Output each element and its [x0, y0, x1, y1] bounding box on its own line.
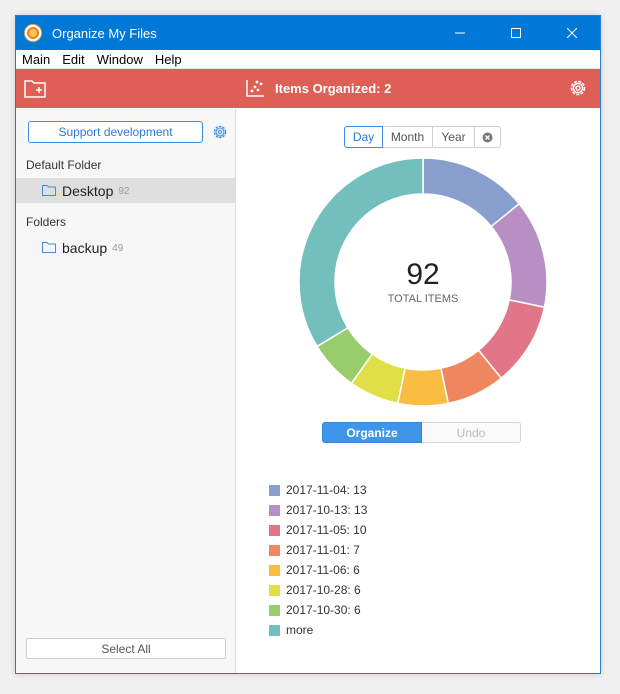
add-folder-icon[interactable] [24, 77, 48, 99]
content-area: Support development Default Folder Deskt… [16, 109, 600, 673]
legend-label: 2017-10-30: 6 [286, 603, 361, 617]
legend-item: 2017-11-01: 7 [269, 540, 367, 560]
legend-label: more [286, 623, 314, 637]
clear-range-button[interactable] [475, 126, 501, 148]
legend-item: more [269, 620, 367, 640]
legend-item: 2017-11-05: 10 [269, 520, 367, 540]
range-selector: Day Month Year [344, 126, 501, 148]
legend-swatch [269, 524, 280, 536]
folder-count: 49 [112, 243, 124, 254]
legend-item: 2017-10-13: 13 [269, 500, 367, 520]
items-organized-label: Items Organized: 2 [275, 80, 392, 96]
undo-button[interactable]: Undo [422, 422, 521, 443]
default-folder-heading: Default Folder [26, 158, 102, 172]
donut-slice-more[interactable] [298, 157, 424, 348]
legend-label: 2017-10-13: 13 [286, 503, 368, 517]
minimize-icon [455, 32, 465, 34]
title-bar[interactable]: Organize My Files [16, 16, 600, 50]
folder-item-backup[interactable]: backup 49 [16, 235, 235, 260]
minimize-button[interactable] [432, 16, 488, 50]
legend-swatch [269, 544, 280, 556]
folders-heading: Folders [26, 215, 67, 229]
folder-item-desktop[interactable]: Desktop 92 [16, 178, 235, 203]
action-buttons: Organize Undo [322, 422, 521, 443]
folder-count: 92 [118, 186, 130, 197]
window-title: Organize My Files [52, 25, 157, 41]
legend-item: 2017-10-28: 6 [269, 580, 367, 600]
maximize-button[interactable] [488, 16, 544, 50]
menu-main[interactable]: Main [16, 52, 56, 67]
close-button[interactable] [544, 16, 600, 50]
legend-item: 2017-11-06: 6 [269, 560, 367, 580]
menu-bar: Main Edit Window Help [16, 50, 600, 69]
app-window: Organize My Files Main Edit Window Help [15, 15, 601, 674]
legend-label: 2017-11-04: 13 [286, 483, 367, 497]
clear-icon [482, 132, 493, 142]
support-development-button[interactable]: Support development [28, 121, 203, 143]
range-month-tab[interactable]: Month [383, 126, 433, 148]
legend-label: 2017-11-05: 10 [286, 523, 367, 537]
folder-icon [42, 185, 56, 196]
main-panel: Day Month Year 92 TOTAL ITEMS Organize U… [236, 109, 600, 673]
scatter-chart-icon [246, 80, 264, 97]
app-logo-icon [24, 24, 42, 42]
window-controls [432, 16, 600, 50]
legend-item: 2017-10-30: 6 [269, 600, 367, 620]
legend-swatch [269, 564, 280, 576]
select-all-button[interactable]: Select All [26, 638, 226, 659]
legend-item: 2017-11-04: 13 [269, 480, 367, 500]
close-icon [567, 28, 577, 38]
legend-swatch [269, 584, 280, 596]
items-organized-indicator: Items Organized: 2 [245, 78, 391, 98]
sidebar: Support development Default Folder Deskt… [16, 109, 236, 673]
chart-legend: 2017-11-04: 13 2017-10-13: 13 2017-11-05: … [269, 480, 367, 640]
legend-swatch [269, 484, 280, 496]
legend-swatch [269, 624, 280, 636]
gear-icon[interactable] [568, 78, 588, 98]
donut-slice-2017-10-13[interactable] [490, 202, 548, 309]
legend-swatch [269, 504, 280, 516]
folder-name: backup [62, 239, 108, 256]
folder-name: Desktop [62, 182, 114, 199]
legend-label: 2017-10-28: 6 [286, 583, 361, 597]
legend-swatch [269, 604, 280, 616]
organize-button[interactable]: Organize [322, 422, 422, 443]
maximize-icon [511, 28, 521, 38]
menu-edit[interactable]: Edit [56, 52, 90, 67]
folder-icon [42, 242, 56, 253]
legend-label: 2017-11-06: 6 [286, 563, 360, 577]
settings-gear-icon[interactable] [212, 124, 228, 140]
toolbar: Items Organized: 2 [16, 69, 600, 108]
menu-help[interactable]: Help [149, 52, 188, 67]
support-row: Support development [28, 121, 228, 143]
range-year-tab[interactable]: Year [433, 126, 475, 148]
menu-window[interactable]: Window [91, 52, 149, 67]
donut-slice-2017-11-06[interactable] [396, 367, 450, 407]
legend-label: 2017-11-01: 7 [286, 543, 360, 557]
range-day-tab[interactable]: Day [344, 126, 383, 148]
donut-chart [298, 157, 548, 407]
